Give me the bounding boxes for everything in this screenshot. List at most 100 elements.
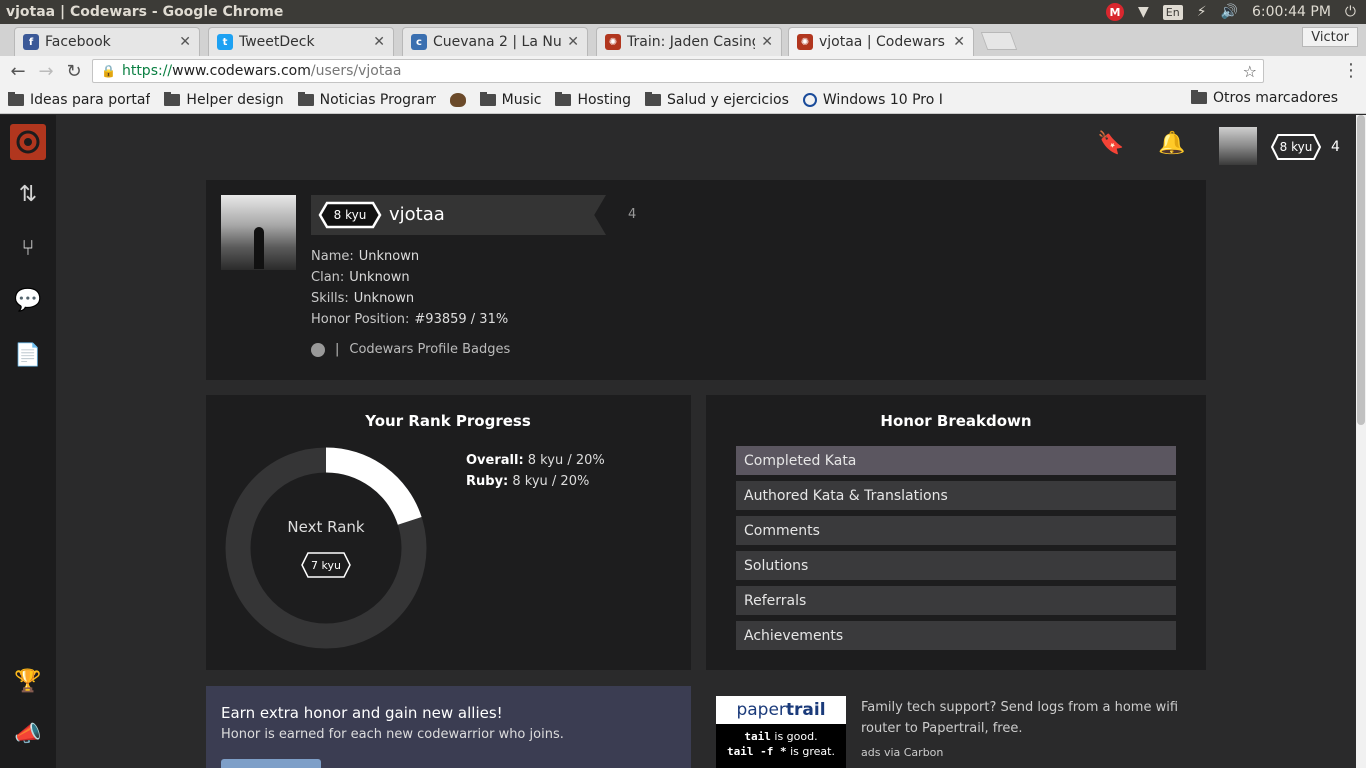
address-bar[interactable]: 🔒 https://www.codewars.com/users/vjotaa … (92, 59, 1264, 83)
tab-cuevana[interactable]: c Cuevana 2 | La Nue ✕ (402, 27, 588, 56)
navigation-bar: ← → ↻ 🔒 https://www.codewars.com/users/v… (0, 56, 1366, 136)
close-icon[interactable]: ✕ (953, 34, 965, 50)
discussion-icon[interactable]: 💬 (10, 282, 46, 318)
bookmark-label: Helper design (186, 91, 284, 108)
twitter-icon: t (217, 34, 233, 50)
tab-facebook[interactable]: f Facebook ✕ (14, 27, 200, 56)
folder-icon (8, 91, 24, 106)
honor-item-referrals[interactable]: Referrals (736, 586, 1176, 615)
window-title: vjotaa | Codewars - Google Chrome (6, 4, 284, 20)
bookmark-folder[interactable]: Ideas para portaf (8, 91, 150, 108)
other-bookmarks[interactable]: Otros marcadores (1190, 90, 1338, 106)
scroll-thumb[interactable] (1357, 115, 1365, 425)
wifi-icon[interactable]: ▼ (1138, 4, 1149, 20)
github-icon[interactable] (311, 342, 325, 357)
rank-badge-label: 8 kyu (1279, 140, 1313, 154)
bookmark-folder[interactable]: Helper design (164, 91, 284, 108)
bookmark-icon[interactable]: 🔖 (1097, 131, 1124, 156)
reload-icon[interactable]: ↻ (60, 61, 88, 82)
tab-vjotaa-codewars[interactable]: ✺ vjotaa | Codewars ✕ (788, 27, 974, 56)
chrome-menu-icon[interactable]: ⋮ (1342, 60, 1360, 81)
ruby-value: 8 kyu / 20% (512, 474, 590, 489)
tab-label: TweetDeck (239, 34, 315, 50)
bell-icon[interactable]: 🔔 (1158, 131, 1185, 156)
bookmark-star-icon[interactable]: ☆ (1243, 62, 1257, 81)
windows-site-icon (802, 92, 817, 107)
codewars-logo-icon[interactable] (10, 124, 46, 160)
profile-button[interactable]: Victor (1302, 27, 1358, 47)
cuevana-icon: c (411, 34, 427, 50)
invite-button[interactable] (221, 759, 321, 768)
rank-progress-panel: Your Rank Progress Next Rank 7 kyu Overa… (206, 395, 691, 670)
name-row: Name: Unknown (311, 246, 508, 267)
clock[interactable]: 6:00:44 PM (1252, 4, 1331, 20)
honor-position-row: Honor Position: #93859 / 31% (311, 309, 508, 330)
back-icon[interactable]: ← (4, 61, 32, 82)
overall-value: 8 kyu / 20% (527, 453, 605, 468)
volume-icon[interactable]: 🔊 (1221, 4, 1238, 20)
bookmark-site[interactable]: Windows 10 Pro I (802, 91, 943, 108)
url-host: www.codewars.com (172, 63, 311, 79)
document-icon[interactable]: 📄 (10, 337, 46, 373)
slogan-code: tail (744, 730, 771, 743)
tab-tweetdeck[interactable]: t TweetDeck ✕ (208, 27, 394, 56)
folder-icon (297, 91, 314, 106)
tab-train-jaden-casing[interactable]: ✺ Train: Jaden Casing ✕ (596, 27, 782, 56)
bookmark-folder[interactable]: Noticias Program (297, 91, 436, 108)
folder-icon (555, 91, 572, 106)
honor-item-authored-kata[interactable]: Authored Kata & Translations (736, 481, 1176, 510)
skills-label: Skills: (311, 291, 349, 306)
honor-position-value: #93859 / 31% (414, 312, 509, 327)
close-icon[interactable]: ✕ (179, 34, 191, 50)
page-scrollbar[interactable] (1356, 115, 1366, 768)
ad-image[interactable]: paper trail tail is good. tail -f * is gr… (716, 696, 846, 768)
keyboard-layout-indicator[interactable]: En (1162, 4, 1183, 20)
skills-value: Unknown (353, 291, 415, 306)
bookmark-folder[interactable]: Hosting (555, 91, 631, 108)
honor-item-solutions[interactable]: Solutions (736, 551, 1176, 580)
site-icon (449, 92, 466, 107)
compare-icon[interactable]: ⇅ (10, 176, 46, 212)
name-value: Unknown (358, 249, 420, 264)
close-icon[interactable]: ✕ (567, 34, 579, 50)
honor-item-completed-kata[interactable]: Completed Kata (736, 446, 1176, 475)
power-icon[interactable]: ⏻ (1345, 4, 1356, 20)
clan-value: Unknown (349, 270, 410, 285)
avatar[interactable] (1219, 127, 1257, 165)
url-path: /users/vjotaa (310, 63, 402, 79)
honor-count: 4 (1331, 139, 1340, 155)
ad-text[interactable]: Family tech support? Send logs from a ho… (861, 697, 1201, 739)
battery-icon[interactable]: ⚡ (1197, 4, 1207, 20)
ruby-label: Ruby: (466, 474, 509, 489)
badges-line: | Codewars Profile Badges (311, 342, 510, 357)
overall-label: Overall: (466, 453, 524, 468)
honor-item-achievements[interactable]: Achievements (736, 621, 1176, 650)
profile-avatar (221, 195, 296, 270)
fork-icon[interactable]: ⑂ (10, 230, 46, 266)
slogan-code: tail -f * (727, 745, 787, 758)
bookmark-folder[interactable]: Music (479, 91, 541, 108)
honor-item-comments[interactable]: Comments (736, 516, 1176, 545)
bookmark-folder[interactable]: Salud y ejercicios (644, 91, 789, 108)
bookmarks-bar: Ideas para portaf Helper design Noticias… (0, 86, 1366, 114)
tab-label: vjotaa | Codewars (819, 34, 945, 50)
mega-icon[interactable]: M (1105, 3, 1124, 21)
bookmark-label: Windows 10 Pro I (822, 91, 943, 108)
separator: | (335, 342, 340, 357)
trophy-icon[interactable]: 🏆 (10, 663, 46, 699)
megaphone-icon[interactable]: 📣 (10, 716, 46, 752)
honor-breakdown-title: Honor Breakdown (880, 412, 1032, 430)
ad-attribution[interactable]: ads via Carbon (861, 746, 943, 759)
bookmark-site[interactable] (449, 92, 466, 107)
profile-badges-link[interactable]: Codewars Profile Badges (349, 342, 510, 357)
close-icon[interactable]: ✕ (373, 34, 385, 50)
skills-row: Skills: Unknown (311, 288, 508, 309)
invite-title: Earn extra honor and gain new allies! (221, 704, 503, 722)
close-icon[interactable]: ✕ (761, 34, 773, 50)
tab-label: Train: Jaden Casing (627, 34, 756, 50)
tab-label: Cuevana 2 | La Nue (433, 34, 562, 50)
forward-icon[interactable]: → (32, 61, 60, 82)
bookmark-label: Salud y ejercicios (666, 91, 789, 108)
new-tab-button[interactable] (980, 32, 1018, 50)
logo-part: paper (736, 700, 786, 720)
